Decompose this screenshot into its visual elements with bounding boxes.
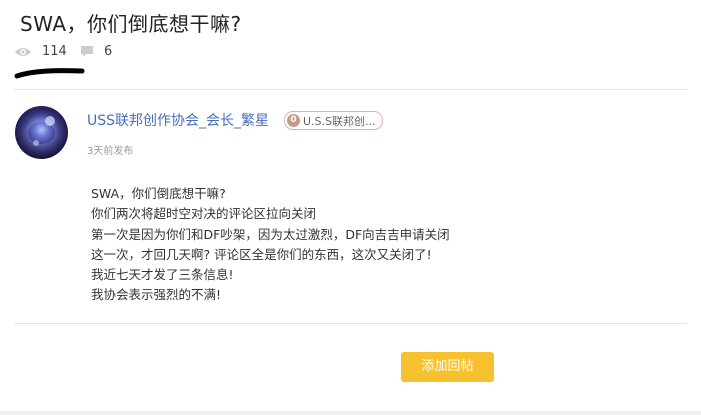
badge-count: 0 [287, 114, 300, 127]
post-title: SWA，你们倒底想干嘛? [20, 12, 242, 36]
content-line: 你们两次将超时空对决的评论区拉向关闭 [91, 206, 317, 222]
content-line: SWA，你们倒底想干嘛? [91, 186, 226, 201]
post-time: 3天前发布 [87, 146, 134, 157]
content-line: 第一次是因为你们和DF吵架，因为太过激烈，DF向吉吉申请关闭 [91, 226, 450, 242]
redaction-scribble [14, 68, 85, 79]
divider [14, 323, 687, 324]
author-username[interactable]: USS联邦创作协会_会长_繁星 [87, 110, 269, 130]
content-line: 我协会表示强烈的不满! [91, 287, 222, 303]
eye-icon [14, 46, 32, 58]
view-count: 114 [42, 44, 67, 59]
divider [14, 89, 687, 90]
badge-label: U.S.S联邦创... [303, 114, 376, 128]
avatar[interactable] [15, 106, 68, 159]
group-badge[interactable]: 0 U.S.S联邦创... [284, 111, 383, 130]
comments-stat: 6 [80, 44, 112, 59]
views-stat: 114 [14, 44, 67, 59]
comment-icon [80, 45, 94, 58]
add-reply-button[interactable]: 添加回帖 [401, 352, 494, 382]
comment-count: 6 [104, 44, 113, 59]
post-content: SWA，你们倒底想干嘛? 你们两次将超时空对决的评论区拉向关闭 第一次是因为你们… [91, 184, 450, 306]
bottom-divider [0, 411, 701, 415]
content-line: 我近七天才发了三条信息! [91, 267, 234, 283]
content-line: 这一次，才回几天啊? 评论区全是你们的东西，这次又关闭了! [91, 246, 432, 262]
